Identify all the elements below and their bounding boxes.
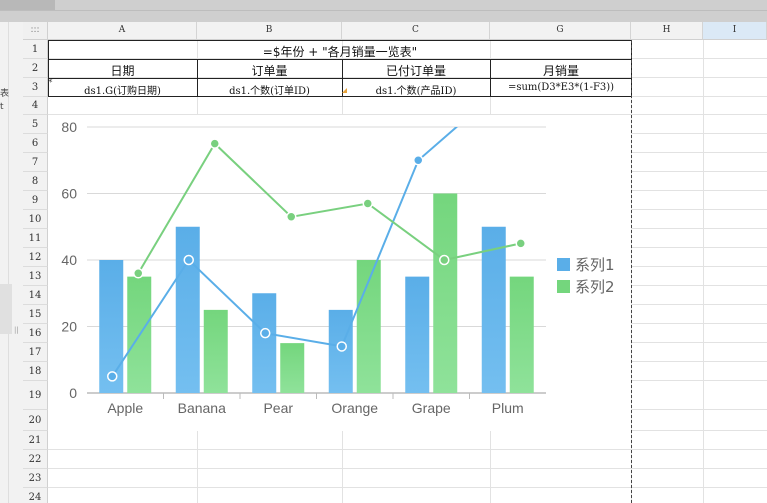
toolbar-divider — [0, 10, 767, 11]
header-cell-monthly-sales[interactable]: 月销量 — [490, 62, 632, 79]
legend-label-series2[interactable]: 系列2 — [575, 278, 615, 296]
row-header-6[interactable]: 6 — [23, 134, 48, 153]
point-series2[interactable] — [439, 254, 450, 266]
y-tick-label: 0 — [69, 385, 77, 401]
top-toolbar-strip — [0, 0, 767, 22]
grid-row-line — [48, 487, 767, 488]
point-series1[interactable] — [336, 341, 347, 352]
toolbar-left-block — [0, 0, 55, 10]
cell-corner-triangle-icon — [342, 88, 347, 93]
column-header-i[interactable]: I — [703, 22, 767, 40]
combo-chart[interactable]: 0 20 40 60 80 Apple Banana Pear Orange Grape Plum 系… — [48, 115, 631, 431]
point-series1[interactable] — [260, 327, 271, 339]
title-formula-cell[interactable]: =$年份 + "各月销量一览表" — [48, 43, 632, 59]
row-header-14[interactable]: 14 — [23, 286, 48, 305]
header-cell-date[interactable]: 日期 — [48, 62, 197, 79]
panel-resize-handle[interactable]: || — [14, 326, 19, 334]
row-header-17[interactable]: 17 — [23, 343, 48, 362]
point-series2[interactable] — [286, 211, 297, 223]
row-header-3[interactable]: 3 — [23, 78, 48, 97]
x-tick-label: Apple — [107, 400, 143, 416]
bar-series2[interactable] — [509, 276, 534, 393]
left-panel-fragment: t — [0, 102, 4, 112]
y-tick-label: 20 — [61, 319, 77, 335]
report-table-rule — [48, 59, 632, 60]
bar-series2[interactable] — [280, 343, 305, 393]
data-cell-sum-formula[interactable]: =sum(D3*E3*(1-F3)) — [490, 82, 632, 93]
point-series2[interactable] — [133, 268, 144, 279]
row-header-18[interactable]: 18 — [23, 362, 48, 381]
legend-label-series1[interactable]: 系列1 — [575, 256, 615, 274]
point-series1[interactable] — [107, 371, 118, 382]
x-tick-label: Pear — [263, 400, 293, 416]
grid-row-line — [48, 468, 767, 469]
row-header-24[interactable]: 24 — [23, 488, 48, 503]
point-series1[interactable] — [413, 155, 424, 166]
row-header-12[interactable]: 12 — [23, 248, 48, 267]
point-series2[interactable] — [515, 238, 526, 249]
y-tick-label: 80 — [61, 119, 77, 135]
grid-column-line — [703, 40, 704, 503]
row-header-11[interactable]: 11 — [23, 229, 48, 248]
row-header-23[interactable]: 23 — [23, 469, 48, 488]
x-tick-label: Grape — [412, 400, 451, 416]
left-side-panel: 表 t || — [0, 22, 23, 503]
column-header-g[interactable]: G — [490, 22, 631, 40]
row-header-13[interactable]: 13 — [23, 267, 48, 286]
select-all-corner[interactable]: ::: — [23, 22, 48, 40]
row-header-5[interactable]: 5 — [23, 115, 48, 134]
row-header-1[interactable]: 1 — [23, 40, 48, 59]
data-cell-product-count[interactable]: ds1.个数(产品ID) — [342, 82, 490, 97]
bar-series1[interactable] — [175, 226, 200, 393]
left-panel-scroll-block[interactable] — [0, 284, 12, 334]
row-header-7[interactable]: 7 — [23, 153, 48, 172]
data-cell-order-date[interactable]: ds1.G(订购日期) — [48, 82, 197, 97]
bar-series1[interactable] — [252, 293, 277, 393]
page-break-line — [631, 40, 632, 503]
row-header-20[interactable]: 20 — [23, 410, 48, 431]
grid-row-line — [48, 449, 767, 450]
point-series1[interactable] — [183, 254, 194, 266]
chart-canvas: 0 20 40 60 80 Apple Banana Pear Orange Grape Plum 系… — [61, 119, 615, 416]
x-tick-label: Orange — [331, 400, 378, 416]
bar-series2[interactable] — [433, 193, 458, 394]
row-header-22[interactable]: 22 — [23, 450, 48, 469]
row-header-2[interactable]: 2 — [23, 59, 48, 78]
x-tick-label: Plum — [492, 400, 524, 416]
column-header-c[interactable]: C — [342, 22, 490, 40]
left-panel-fragment: 表 — [0, 89, 10, 99]
x-tick-label: Banana — [178, 400, 226, 416]
cell-extension-marker: * — [48, 78, 53, 88]
point-series2[interactable] — [209, 138, 220, 149]
column-header-b[interactable]: B — [197, 22, 342, 40]
y-tick-label: 40 — [61, 252, 77, 268]
row-header-8[interactable]: 8 — [23, 172, 48, 191]
row-header-10[interactable]: 10 — [23, 210, 48, 229]
point-series2[interactable] — [362, 198, 373, 209]
legend-swatch-series2[interactable] — [557, 280, 570, 293]
row-header-19[interactable]: 19 — [23, 381, 48, 410]
row-header-21[interactable]: 21 — [23, 431, 48, 450]
row-header-4[interactable]: 4 — [23, 97, 48, 115]
row-header-9[interactable]: 9 — [23, 191, 48, 210]
header-cell-orders[interactable]: 订单量 — [197, 62, 342, 79]
column-header-a[interactable]: A — [48, 22, 197, 40]
legend-swatch-series1[interactable] — [557, 258, 570, 271]
header-cell-paid-orders[interactable]: 已付订单量 — [342, 62, 490, 79]
row-header-16[interactable]: 16 — [23, 324, 48, 343]
data-cell-order-count[interactable]: ds1.个数(订单ID) — [197, 82, 342, 97]
bar-series2[interactable] — [203, 309, 228, 393]
row-header-15[interactable]: 15 — [23, 305, 48, 324]
y-tick-label: 60 — [61, 186, 77, 202]
bar-series1[interactable] — [405, 276, 430, 393]
column-header-h[interactable]: H — [631, 22, 703, 40]
